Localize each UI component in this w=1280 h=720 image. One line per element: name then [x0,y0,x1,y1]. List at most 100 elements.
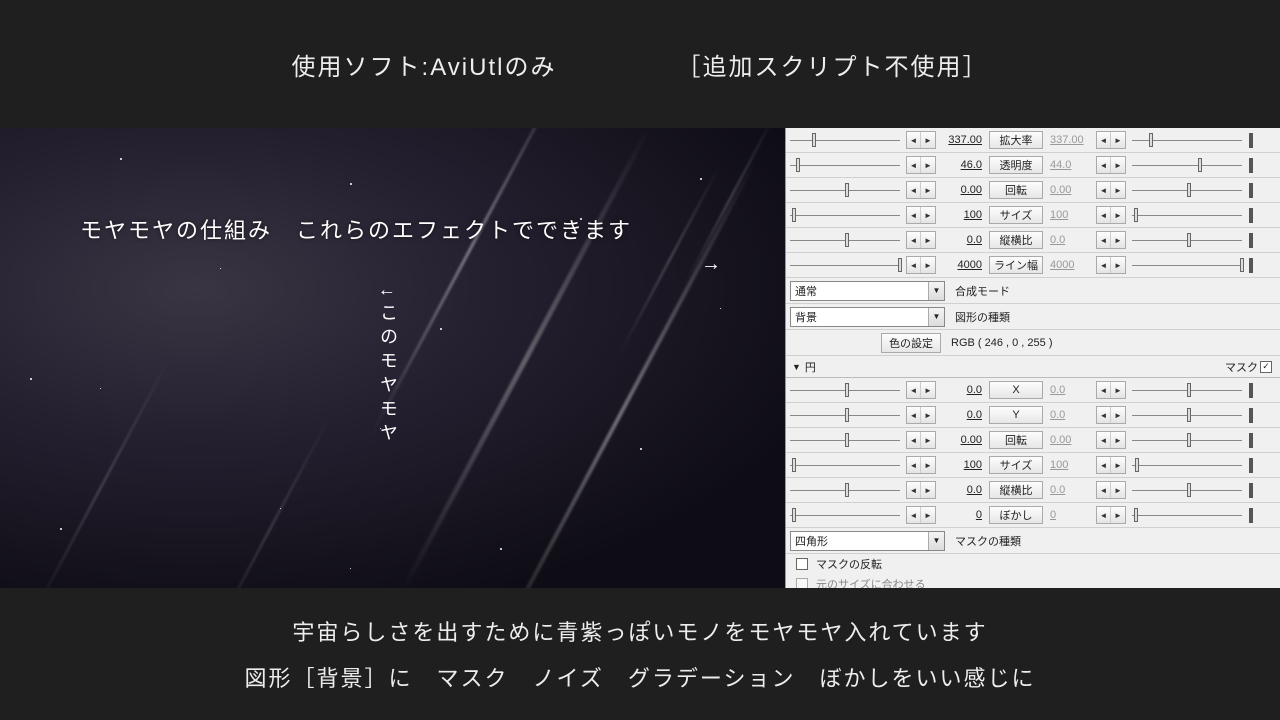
slider-left[interactable] [790,182,900,198]
param-label-button[interactable]: ぼかし [989,506,1043,524]
value-left[interactable]: 0.00 [938,184,986,196]
link-handle[interactable] [1249,508,1255,522]
slider-right[interactable] [1132,232,1242,248]
stepper-left[interactable]: ◄► [906,431,936,449]
arrow-left-icon[interactable]: ◄ [907,207,921,223]
color-settings-button[interactable]: 色の設定 [881,333,941,353]
arrow-left-icon[interactable]: ◄ [1097,457,1111,473]
value-right[interactable]: 0.0 [1046,409,1094,421]
arrow-left-icon[interactable]: ◄ [907,482,921,498]
arrow-right-icon[interactable]: ► [1111,482,1125,498]
param-label-button[interactable]: 縦横比 [989,231,1043,249]
value-left[interactable]: 4000 [938,259,986,271]
arrow-left-icon[interactable]: ◄ [1097,232,1111,248]
arrow-right-icon[interactable]: ► [1111,182,1125,198]
arrow-left-icon[interactable]: ◄ [1097,407,1111,423]
value-left[interactable]: 46.0 [938,159,986,171]
stepper-right[interactable]: ◄► [1096,256,1126,274]
stepper-left[interactable]: ◄► [906,506,936,524]
slider-left[interactable] [790,457,900,473]
slider-right[interactable] [1132,182,1242,198]
stepper-right[interactable]: ◄► [1096,131,1126,149]
stepper-right[interactable]: ◄► [1096,406,1126,424]
arrow-right-icon[interactable]: ► [921,507,935,523]
value-right[interactable]: 0.00 [1046,184,1094,196]
stepper-left[interactable]: ◄► [906,181,936,199]
slider-right[interactable] [1132,432,1242,448]
stepper-left[interactable]: ◄► [906,456,936,474]
slider-right[interactable] [1132,407,1242,423]
value-right[interactable]: 0.00 [1046,434,1094,446]
link-handle[interactable] [1249,458,1255,472]
link-handle[interactable] [1249,483,1255,497]
param-label-button[interactable]: ライン幅 [989,256,1043,274]
stepper-left[interactable]: ◄► [906,131,936,149]
arrow-left-icon[interactable]: ◄ [1097,432,1111,448]
link-handle[interactable] [1249,233,1255,247]
stepper-left[interactable]: ◄► [906,156,936,174]
slider-left[interactable] [790,432,900,448]
slider-left[interactable] [790,382,900,398]
arrow-left-icon[interactable]: ◄ [1097,482,1111,498]
stepper-left[interactable]: ◄► [906,381,936,399]
value-left[interactable]: 0 [938,509,986,521]
value-right[interactable]: 0 [1046,509,1094,521]
shape-type-dropdown[interactable]: 背景 ▼ [790,307,945,327]
value-right[interactable]: 4000 [1046,259,1094,271]
arrow-right-icon[interactable]: ► [1111,257,1125,273]
value-left[interactable]: 337.00 [938,134,986,146]
arrow-right-icon[interactable]: ► [921,182,935,198]
arrow-right-icon[interactable]: ► [921,482,935,498]
arrow-left-icon[interactable]: ◄ [907,507,921,523]
stepper-left[interactable]: ◄► [906,206,936,224]
stepper-right[interactable]: ◄► [1096,156,1126,174]
slider-right[interactable] [1132,207,1242,223]
slider-left[interactable] [790,257,900,273]
arrow-left-icon[interactable]: ◄ [907,407,921,423]
mask-section-header[interactable]: ▼ 円 マスク ✓ [786,356,1280,378]
param-label-button[interactable]: Y [989,406,1043,424]
slider-right[interactable] [1132,507,1242,523]
arrow-right-icon[interactable]: ► [1111,507,1125,523]
value-left[interactable]: 0.0 [938,484,986,496]
stepper-left[interactable]: ◄► [906,481,936,499]
arrow-right-icon[interactable]: ► [921,432,935,448]
param-label-button[interactable]: サイズ [989,456,1043,474]
link-handle[interactable] [1249,433,1255,447]
arrow-right-icon[interactable]: ► [1111,382,1125,398]
mask-type-dropdown[interactable]: 四角形 ▼ [790,531,945,551]
arrow-right-icon[interactable]: ► [921,207,935,223]
link-handle[interactable] [1249,158,1255,172]
stepper-left[interactable]: ◄► [906,406,936,424]
slider-right[interactable] [1132,132,1242,148]
slider-right[interactable] [1132,482,1242,498]
arrow-right-icon[interactable]: ► [1111,457,1125,473]
arrow-right-icon[interactable]: ► [921,457,935,473]
stepper-left[interactable]: ◄► [906,256,936,274]
value-left[interactable]: 0.0 [938,409,986,421]
slider-right[interactable] [1132,157,1242,173]
mask-checkbox[interactable]: ✓ [1260,361,1272,373]
arrow-left-icon[interactable]: ◄ [907,132,921,148]
stepper-right[interactable]: ◄► [1096,456,1126,474]
arrow-left-icon[interactable]: ◄ [1097,132,1111,148]
value-right[interactable]: 100 [1046,209,1094,221]
link-handle[interactable] [1249,408,1255,422]
value-right[interactable]: 337.00 [1046,134,1094,146]
arrow-left-icon[interactable]: ◄ [907,232,921,248]
value-left[interactable]: 0.00 [938,434,986,446]
link-handle[interactable] [1249,133,1255,147]
blend-mode-dropdown[interactable]: 通常 ▼ [790,281,945,301]
arrow-right-icon[interactable]: ► [1111,432,1125,448]
value-left[interactable]: 100 [938,209,986,221]
fit-size-checkbox[interactable] [796,578,808,588]
stepper-right[interactable]: ◄► [1096,506,1126,524]
value-left[interactable]: 0.0 [938,384,986,396]
arrow-left-icon[interactable]: ◄ [1097,382,1111,398]
arrow-right-icon[interactable]: ► [1111,407,1125,423]
arrow-right-icon[interactable]: ► [921,232,935,248]
arrow-left-icon[interactable]: ◄ [907,382,921,398]
value-right[interactable]: 100 [1046,459,1094,471]
param-label-button[interactable]: 拡大率 [989,131,1043,149]
stepper-right[interactable]: ◄► [1096,181,1126,199]
